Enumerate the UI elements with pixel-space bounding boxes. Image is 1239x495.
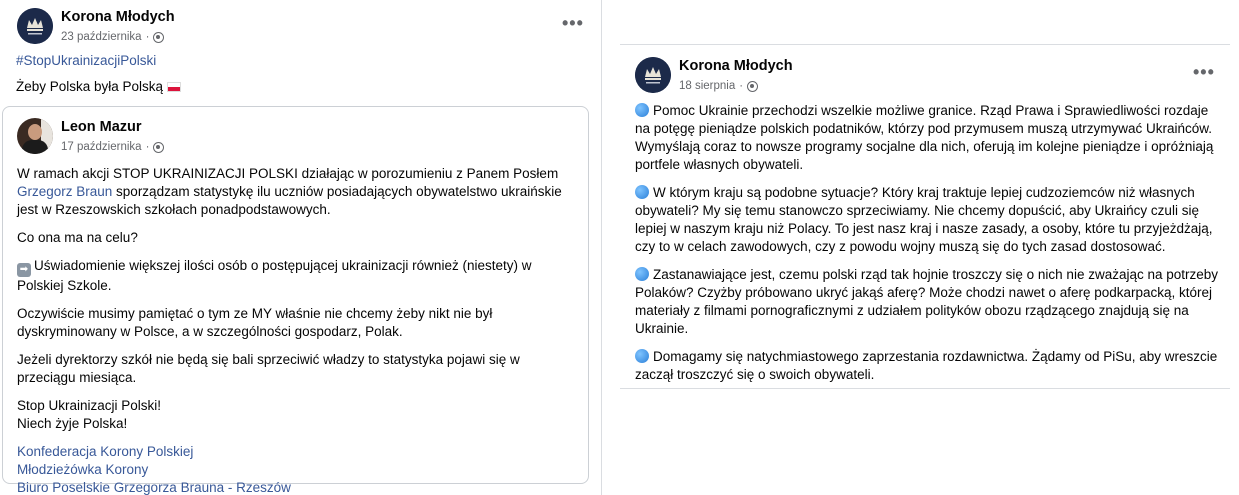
author-avatar[interactable] [17,118,53,154]
mention-link[interactable]: Grzegorz Braun [17,184,112,199]
post-caption: Żeby Polska była Polską [16,79,182,94]
crown-logo-icon [17,8,53,44]
shared-post-text: W ramach akcji STOP UKRAINIZACJI POLSKI … [17,165,577,495]
left-post-header: Korona Młodych 23 października · [17,8,175,45]
shared-post-date[interactable]: 17 października [61,139,142,155]
paragraph: Co ona ma na celu? [17,230,138,245]
globe-icon [153,31,165,43]
blue-circle-icon [635,103,649,117]
right-post-header: Korona Młodych 18 sierpnia · [635,57,793,94]
page-name[interactable]: Korona Młodych [61,8,175,26]
page-avatar[interactable] [635,57,671,93]
paragraph: Oczywiście musimy pamiętać o tym ze MY w… [17,306,493,339]
poland-flag-icon [167,82,182,92]
page-avatar[interactable] [17,8,53,44]
page-name[interactable]: Korona Młodych [679,57,793,75]
tag-link[interactable]: Biuro Poselskie Grzegorza Brauna - Rzesz… [17,479,577,495]
blue-circle-icon [635,185,649,199]
post-date[interactable]: 23 października [61,29,142,45]
post-date[interactable]: 18 sierpnia [679,78,735,94]
paragraph: Jeżeli dyrektorzy szkół nie będą się bal… [17,352,520,385]
globe-icon [747,80,759,92]
crown-logo-icon [635,57,671,93]
right-post-text: Pomoc Ukrainie przechodzi wszelkie możli… [635,103,1219,382]
hashtag-link[interactable]: #StopUkrainizacjiPolski [16,53,156,68]
blue-circle-icon [635,267,649,281]
tag-link[interactable]: Młodzieżówka Korony [17,461,577,479]
blue-circle-icon [635,349,649,363]
more-options-icon[interactable]: ••• [562,14,584,32]
author-name[interactable]: Leon Mazur [61,118,164,136]
shared-post[interactable]: Leon Mazur 17 października · W ramach ak… [2,106,589,495]
more-options-icon[interactable]: ••• [1193,63,1215,81]
globe-icon [153,141,165,153]
tag-link[interactable]: Konfederacja Korony Polskiej [17,443,577,461]
arrow-right-icon: ➡ [17,263,31,277]
shared-post-header: Leon Mazur 17 października · [17,118,165,155]
left-post: Korona Młodych 23 października · ••• #St… [0,0,602,495]
right-post: Korona Młodych 18 sierpnia · ••• Pomoc U… [620,44,1230,389]
